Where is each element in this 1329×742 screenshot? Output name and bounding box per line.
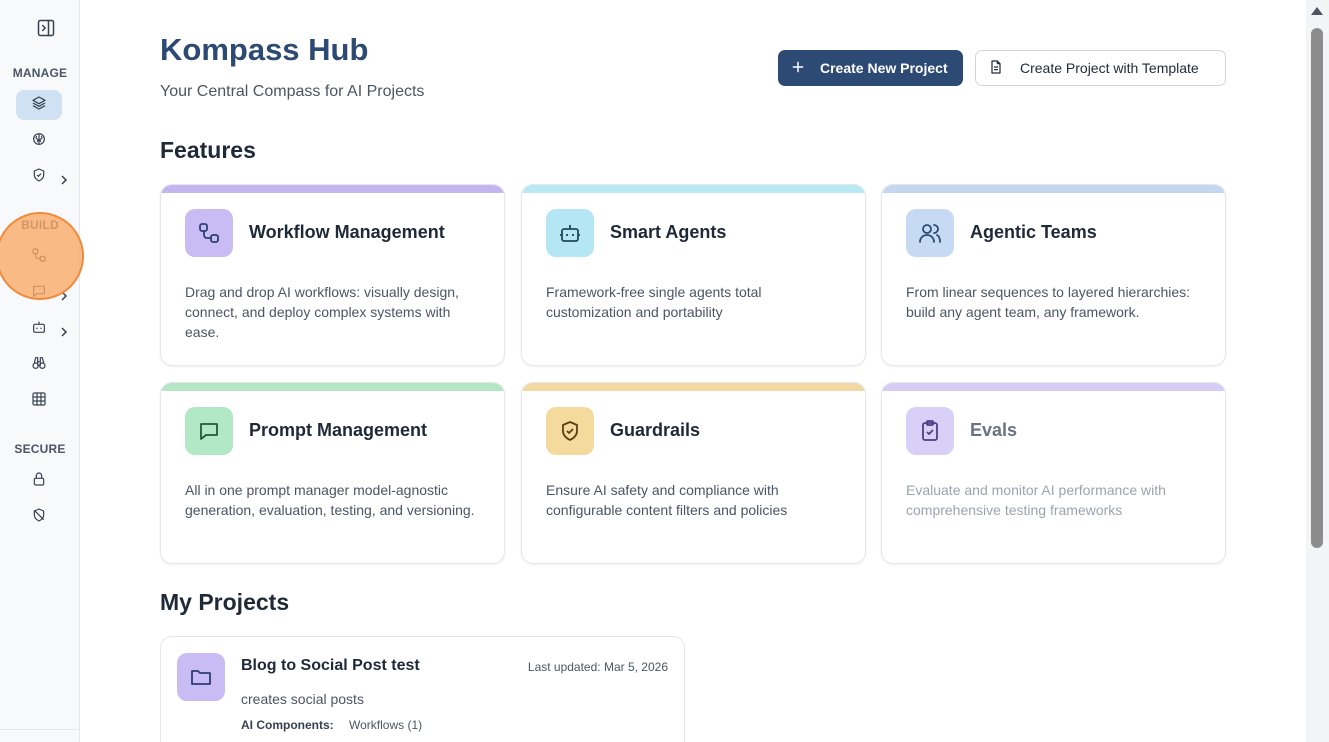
- project-name[interactable]: Blog to Social Post test: [241, 657, 420, 675]
- sidebar-item-secrets[interactable]: [16, 466, 62, 496]
- feature-card-prompt-management[interactable]: Prompt Management All in one prompt mana…: [160, 382, 505, 564]
- card-description: All in one prompt manager model-agnostic…: [185, 482, 475, 518]
- card-accent-bar: [161, 383, 504, 391]
- card-description: From linear sequences to layered hierarc…: [906, 284, 1191, 320]
- sidebar: MANAGE BUILD SECURE: [0, 0, 80, 742]
- card-title: Prompt Management: [249, 420, 428, 440]
- sidebar-item-observability[interactable]: [16, 350, 62, 380]
- card-description: Drag and drop AI workflows: visually des…: [185, 284, 459, 340]
- sidebar-footer-divider: [0, 729, 80, 730]
- main-content: Kompass Hub Your Central Compass for AI …: [80, 0, 1306, 742]
- plus-icon: [790, 59, 806, 78]
- features-heading: Features: [160, 137, 256, 163]
- create-new-project-button[interactable]: Create New Project: [778, 50, 963, 86]
- card-title: Evals: [970, 420, 1018, 440]
- users-icon: [906, 209, 954, 257]
- card-accent-bar: [882, 185, 1225, 193]
- binoculars-icon: [31, 355, 47, 376]
- sidebar-item-projects[interactable]: [16, 90, 62, 120]
- card-accent-bar: [522, 185, 865, 193]
- feature-card-evals[interactable]: Evals Evaluate and monitor AI performanc…: [881, 382, 1226, 564]
- card-description: Framework-free single agents total custo…: [546, 284, 762, 320]
- layers-icon: [31, 95, 47, 116]
- brain-icon: [31, 131, 47, 152]
- feature-card-guardrails[interactable]: Guardrails Ensure AI safety and complian…: [521, 382, 866, 564]
- shield-off-icon: [31, 507, 47, 528]
- page-subtitle: Your Central Compass for AI Projects: [160, 83, 425, 100]
- chevron-right-icon[interactable]: [59, 172, 69, 185]
- shield-check-icon: [546, 407, 594, 455]
- card-accent-bar: [161, 185, 504, 193]
- feature-card-agentic-teams[interactable]: Agentic Teams From linear sequences to l…: [881, 184, 1226, 366]
- card-description: Ensure AI safety and compliance with con…: [546, 482, 788, 518]
- my-projects-heading: My Projects: [160, 589, 290, 615]
- file-text-icon: [988, 59, 1004, 78]
- card-accent-bar: [522, 383, 865, 391]
- scrollbar-thumb[interactable]: [1311, 28, 1323, 548]
- card-title: Workflow Management: [249, 222, 445, 242]
- sidebar-item-datasets[interactable]: [16, 386, 62, 416]
- page-title: Kompass Hub: [160, 32, 369, 67]
- card-title: Guardrails: [610, 420, 701, 440]
- create-project-template-label: Create Project with Template: [1020, 60, 1199, 76]
- workflow-icon: [185, 209, 233, 257]
- project-card[interactable]: Blog to Social Post test Last updated: M…: [160, 636, 685, 742]
- chevron-right-icon[interactable]: [59, 324, 69, 337]
- sidebar-section-manage: MANAGE: [12, 66, 68, 80]
- card-title: Smart Agents: [610, 222, 727, 242]
- sidebar-item-models[interactable]: [16, 126, 62, 156]
- create-project-template-button[interactable]: Create Project with Template: [975, 50, 1226, 86]
- ai-components-value: Workflows (1): [349, 718, 423, 732]
- feature-card-smart-agents[interactable]: Smart Agents Framework-free single agent…: [521, 184, 866, 366]
- sidebar-item-agents[interactable]: [16, 314, 62, 344]
- card-accent-bar: [882, 383, 1225, 391]
- grid-table-icon: [31, 391, 47, 412]
- scroll-up-arrow-icon[interactable]: [1311, 7, 1323, 15]
- ai-components-label: AI Components:: [241, 718, 334, 732]
- create-new-project-label: Create New Project: [820, 60, 948, 76]
- bot-icon: [31, 319, 47, 340]
- sidebar-item-governance[interactable]: [16, 162, 62, 192]
- sidebar-item-policies[interactable]: [16, 502, 62, 532]
- sidebar-section-secure: SECURE: [14, 442, 66, 456]
- bot-icon: [546, 209, 594, 257]
- card-description: Evaluate and monitor AI performance with…: [906, 482, 1166, 518]
- message-square-icon: [185, 407, 233, 455]
- shield-check-icon: [31, 167, 47, 188]
- project-description: creates social posts: [241, 691, 364, 707]
- feature-card-workflow-management[interactable]: Workflow Management Drag and drop AI wor…: [160, 184, 505, 366]
- clipboard-check-icon: [906, 407, 954, 455]
- sidebar-toggle-icon[interactable]: [36, 18, 56, 38]
- click-highlight-marker: [0, 212, 84, 300]
- lock-icon: [31, 471, 47, 492]
- card-title: Agentic Teams: [970, 222, 1097, 242]
- folder-icon: [177, 653, 225, 701]
- project-updated: Last updated: Mar 5, 2026: [527, 660, 668, 674]
